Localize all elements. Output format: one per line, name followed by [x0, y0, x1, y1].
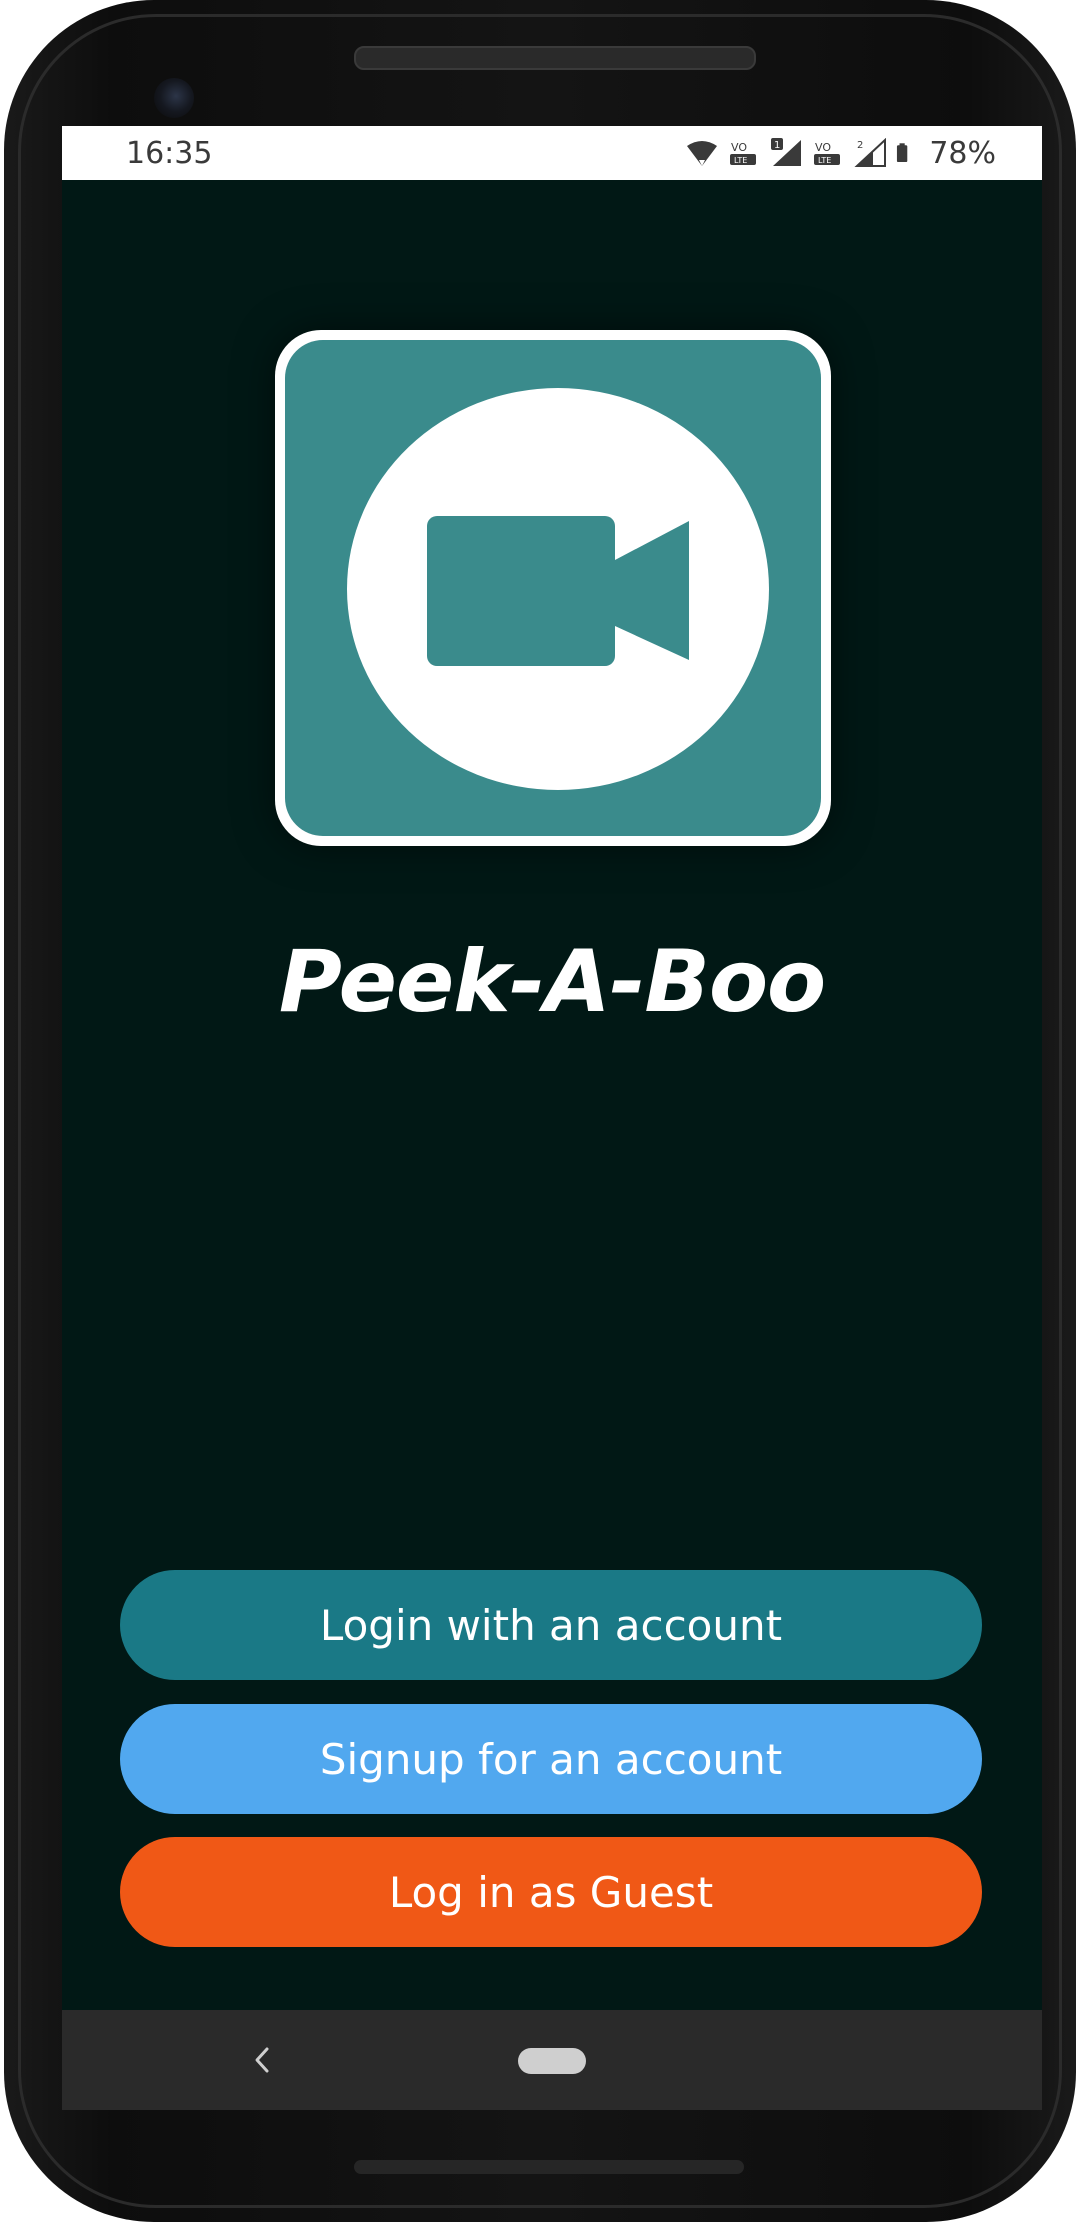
svg-text:LTE: LTE	[818, 156, 831, 165]
front-camera	[154, 78, 194, 118]
svg-text:VO: VO	[731, 141, 747, 154]
volte-icon: VO LTE	[814, 141, 841, 165]
svg-text:LTE: LTE	[734, 156, 747, 165]
signup-button[interactable]: Signup for an account	[120, 1704, 982, 1814]
logo-background	[285, 340, 821, 836]
back-chevron-icon[interactable]	[242, 2036, 282, 2084]
status-time: 16:35	[126, 135, 213, 171]
phone-frame: 16:35 VO LTE 1 VO LTE 2 78% Peek-A-Boo L…	[4, 0, 1076, 2222]
wifi-icon	[687, 141, 718, 166]
svg-text:VO: VO	[815, 141, 831, 154]
video-camera-icon	[427, 516, 689, 666]
svg-text:1: 1	[774, 140, 780, 151]
status-bar: 16:35 VO LTE 1 VO LTE 2 78%	[62, 126, 1042, 180]
bottom-speaker	[354, 2160, 744, 2174]
sim1-signal-icon: 1	[771, 138, 802, 166]
guest-login-button[interactable]: Log in as Guest	[120, 1837, 982, 1947]
app-logo	[275, 330, 831, 846]
battery-icon	[897, 143, 908, 163]
logo-circle	[347, 388, 769, 790]
svg-text:2: 2	[857, 140, 863, 151]
screen: 16:35 VO LTE 1 VO LTE 2 78% Peek-A-Boo L…	[62, 126, 1042, 2110]
login-button[interactable]: Login with an account	[120, 1570, 982, 1680]
sim2-signal-icon: 2	[854, 138, 887, 167]
app-title: Peek-A-Boo	[278, 932, 826, 1032]
battery-percent: 78%	[929, 135, 996, 171]
volte-icon: VO LTE	[730, 141, 757, 165]
status-icons: VO LTE 1 VO LTE 2 78%	[685, 136, 996, 171]
app-content: Peek-A-Boo Login with an account Signup …	[62, 180, 1042, 2010]
home-pill-icon[interactable]	[518, 2048, 586, 2074]
earpiece-speaker	[354, 46, 756, 70]
navigation-bar	[62, 2010, 1042, 2110]
